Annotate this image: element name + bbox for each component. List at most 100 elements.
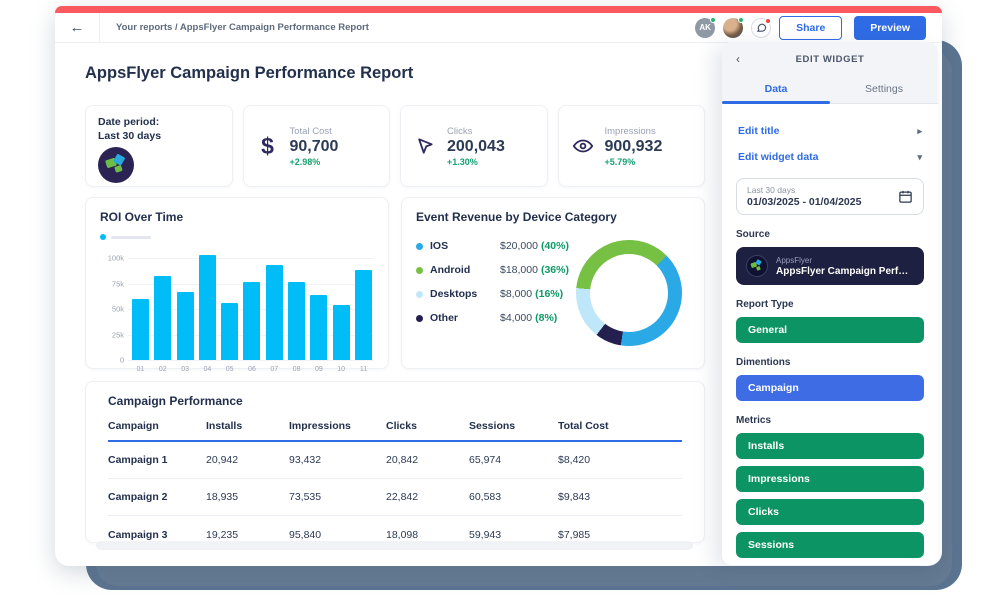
x-axis-tick: 11 <box>360 366 367 373</box>
bar-column[interactable]: 10 <box>333 248 350 360</box>
bar-column[interactable]: 07 <box>266 248 283 360</box>
metric-pill-sessions[interactable]: Sessions <box>736 532 924 558</box>
date-period-card[interactable]: Date period: Last 30 days <box>85 105 233 187</box>
roi-over-time-chart-card[interactable]: ROI Over Time 100k75k50k25k0010203040506… <box>85 197 389 369</box>
report-type-pill[interactable]: General <box>736 317 924 343</box>
table-title: Campaign Performance <box>108 394 682 408</box>
bar[interactable] <box>154 276 171 361</box>
appsflyer-source-logo-glyph <box>747 256 766 275</box>
kpi-row: Date period: Last 30 days $ Total Cost <box>85 105 705 187</box>
bar-column[interactable]: 04 <box>199 248 216 360</box>
dimension-pill[interactable]: Campaign <box>736 375 924 401</box>
table-header-cell[interactable]: Total Cost <box>558 420 682 432</box>
table-header-cell[interactable]: Sessions <box>469 420 558 432</box>
legend-dot <box>100 234 106 240</box>
avatar-photo[interactable] <box>723 18 743 38</box>
avatar-initials[interactable]: AK <box>695 18 715 38</box>
table-cell: 20,942 <box>206 454 289 466</box>
bar[interactable] <box>288 282 305 360</box>
bar[interactable] <box>310 295 327 360</box>
edit-title-link[interactable]: Edit title ▸ <box>736 118 924 144</box>
bar-column[interactable]: 11 <box>355 248 372 360</box>
breadcrumb[interactable]: Your reports / AppsFlyer Campaign Perfor… <box>116 22 695 33</box>
legend-percent: (36%) <box>541 264 569 276</box>
sidebar-back-chevron-icon[interactable]: ‹ <box>736 52 740 66</box>
table-header-cell[interactable]: Campaign <box>108 420 206 432</box>
table-row[interactable]: Campaign 120,94293,43220,84265,974$8,420 <box>108 442 682 479</box>
bar[interactable] <box>355 270 372 360</box>
device-revenue-chart-card[interactable]: Event Revenue by Device Category IOS $20… <box>401 197 705 369</box>
bar[interactable] <box>221 303 238 360</box>
kpi-card-total-cost[interactable]: $ Total Cost 90,700 +2.98% <box>243 105 391 187</box>
date-range-field[interactable]: Last 30 days 01/03/2025 - 01/04/2025 <box>736 178 924 215</box>
bar[interactable] <box>333 305 350 360</box>
table-header-cell[interactable]: Installs <box>206 420 289 432</box>
donut-legend-row[interactable]: Desktops $8,000 (16%) <box>416 288 570 300</box>
bar-column[interactable]: 09 <box>310 248 327 360</box>
tab-data[interactable]: Data <box>722 76 830 103</box>
charts-row: ROI Over Time 100k75k50k25k0010203040506… <box>85 197 705 369</box>
bars-group: 0102030405060708091011 <box>132 248 372 360</box>
comments-icon[interactable] <box>751 18 771 38</box>
edit-widget-sidebar: ‹ EDIT WIDGET Data Settings Edit title ▸… <box>722 42 938 565</box>
legend-line <box>111 236 151 239</box>
bar[interactable] <box>266 265 283 360</box>
chart-legend <box>100 234 374 240</box>
campaign-performance-table-card: Campaign Performance CampaignInstallsImp… <box>85 381 705 543</box>
topbar-divider <box>99 13 100 43</box>
bar-column[interactable]: 05 <box>221 248 238 360</box>
legend-label: Desktops <box>430 288 492 300</box>
table-header-cell[interactable]: Impressions <box>289 420 386 432</box>
bar-column[interactable]: 01 <box>132 248 149 360</box>
kpi-card-impressions[interactable]: Impressions 900,932 +5.79% <box>558 105 706 187</box>
table-cell: 93,432 <box>289 454 386 466</box>
donut-legend-row[interactable]: Other $4,000 (8%) <box>416 312 570 324</box>
x-axis-tick: 04 <box>203 366 211 373</box>
bar[interactable] <box>199 255 216 360</box>
sidebar-tabs: Data Settings <box>722 76 938 104</box>
table-row[interactable]: Campaign 218,93573,53522,84260,583$9,843 <box>108 479 682 516</box>
table-header-cell[interactable]: Clicks <box>386 420 469 432</box>
table-cell: 20,842 <box>386 454 469 466</box>
metrics-list: InstallsImpressionsClicksSessionsTotal C… <box>736 433 924 565</box>
metric-pill-impressions[interactable]: Impressions <box>736 466 924 492</box>
legend-dot <box>416 267 423 274</box>
chevron-down-icon: ▾ <box>917 152 922 163</box>
dimensions-label: Dimentions <box>736 357 924 368</box>
bar-column[interactable]: 03 <box>177 248 194 360</box>
metric-pill-installs[interactable]: Installs <box>736 433 924 459</box>
kpi-card-clicks[interactable]: Clicks 200,043 +1.30% <box>400 105 548 187</box>
table-cell: $7,985 <box>558 529 682 541</box>
tab-settings[interactable]: Settings <box>830 76 938 103</box>
eye-icon <box>571 135 595 157</box>
edit-widget-data-link[interactable]: Edit widget data ▾ <box>736 144 924 170</box>
bar[interactable] <box>132 299 149 360</box>
kpi-delta: +5.79% <box>605 157 663 167</box>
bar-column[interactable]: 06 <box>243 248 260 360</box>
avatar-initials-text: AK <box>699 23 711 32</box>
kpi-label: Impressions <box>605 126 663 137</box>
metric-pill-clicks[interactable]: Clicks <box>736 499 924 525</box>
table-body: Campaign 120,94293,43220,84265,974$8,420… <box>108 442 682 553</box>
bar-column[interactable]: 02 <box>154 248 171 360</box>
bar[interactable] <box>243 282 260 360</box>
y-axis-tick: 50k <box>100 305 124 314</box>
chart-title: ROI Over Time <box>100 210 374 224</box>
edit-title-label: Edit title <box>738 125 779 137</box>
bar[interactable] <box>177 292 194 360</box>
y-axis-tick: 25k <box>100 330 124 339</box>
legend-dot <box>416 315 423 322</box>
report-type-label: Report Type <box>736 299 924 310</box>
legend-label: Other <box>430 312 492 324</box>
donut-legend-row[interactable]: IOS $20,000 (40%) <box>416 240 570 252</box>
bar-column[interactable]: 08 <box>288 248 305 360</box>
donut-legend-row[interactable]: Android $18,000 (36%) <box>416 264 570 276</box>
topbar-actions: AK Share Preview <box>695 16 926 40</box>
preview-button[interactable]: Preview <box>854 16 926 40</box>
horizontal-scrollbar-track[interactable] <box>96 541 693 550</box>
share-button[interactable]: Share <box>779 16 842 40</box>
legend-dot <box>416 291 423 298</box>
source-card[interactable]: AppsFlyer AppsFlyer Campaign Performance… <box>736 247 924 285</box>
donut-legend: IOS $20,000 (40%) Android $18,000 (36%) … <box>416 238 570 346</box>
back-arrow-icon[interactable]: ← <box>55 19 99 36</box>
